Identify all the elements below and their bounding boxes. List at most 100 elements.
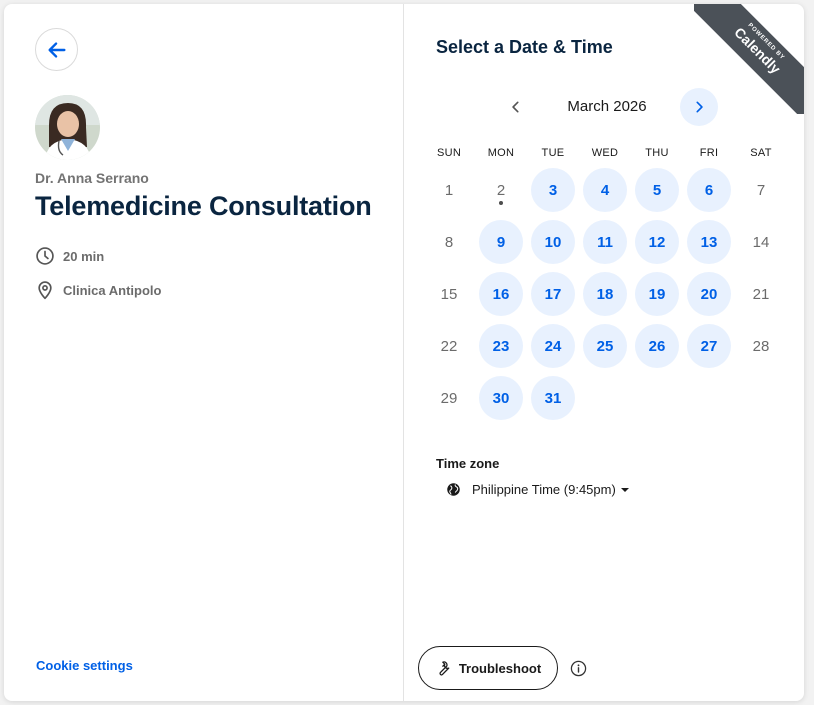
unavailable-date-8: 8 bbox=[427, 220, 471, 264]
date-number: 3 bbox=[548, 181, 558, 199]
timezone-select[interactable]: Philippine Time (9:45pm) bbox=[446, 482, 629, 497]
date-number: 27 bbox=[700, 337, 718, 355]
weekday-thu: THU bbox=[645, 147, 669, 159]
date-number: 18 bbox=[596, 285, 614, 303]
available-date-27[interactable]: 27 bbox=[687, 324, 731, 368]
available-date-26[interactable]: 26 bbox=[635, 324, 679, 368]
available-date-30[interactable]: 30 bbox=[479, 376, 523, 420]
info-icon[interactable] bbox=[570, 660, 587, 677]
available-date-31[interactable]: 31 bbox=[531, 376, 575, 420]
scheduler-title: Select a Date & Time bbox=[436, 37, 613, 57]
event-title: Telemedicine Consultation bbox=[35, 191, 372, 221]
next-month-button[interactable] bbox=[680, 88, 718, 126]
unavailable-date-7: 7 bbox=[739, 168, 783, 212]
available-date-23[interactable]: 23 bbox=[479, 324, 523, 368]
date-number: 11 bbox=[597, 233, 613, 251]
weekday-sat: SAT bbox=[750, 147, 772, 159]
available-date-12[interactable]: 12 bbox=[635, 220, 679, 264]
available-date-25[interactable]: 25 bbox=[583, 324, 627, 368]
available-date-4[interactable]: 4 bbox=[583, 168, 627, 212]
globe-icon bbox=[447, 483, 460, 496]
event-details-panel: Dr. Anna Serrano Telemedicine Consultati… bbox=[4, 4, 403, 701]
timezone-value: Philippine Time (9:45pm) bbox=[472, 482, 616, 497]
unavailable-date-22: 22 bbox=[427, 324, 471, 368]
arrow-left-icon bbox=[47, 41, 66, 58]
date-number: 16 bbox=[492, 285, 510, 303]
booking-card: Dr. Anna Serrano Telemedicine Consultati… bbox=[4, 4, 804, 701]
map-pin-icon bbox=[38, 281, 52, 300]
date-number: 5 bbox=[652, 181, 662, 199]
host-name: Dr. Anna Serrano bbox=[35, 170, 149, 186]
duration-label: 20 min bbox=[63, 248, 105, 264]
date-number: 12 bbox=[648, 233, 666, 251]
date-number: 25 bbox=[596, 337, 614, 355]
cookie-settings-link[interactable]: Cookie settings bbox=[36, 658, 133, 673]
available-date-17[interactable]: 17 bbox=[531, 272, 575, 316]
month-navigation: March 2026 bbox=[500, 88, 718, 126]
weekday-mon: MON bbox=[487, 147, 515, 159]
unavailable-date-29: 29 bbox=[427, 376, 471, 420]
available-date-16[interactable]: 16 bbox=[479, 272, 523, 316]
unavailable-date-1: 1 bbox=[427, 168, 471, 212]
unavailable-date-15: 15 bbox=[427, 272, 471, 316]
available-date-9[interactable]: 9 bbox=[479, 220, 523, 264]
troubleshoot-button[interactable]: Troubleshoot bbox=[418, 646, 558, 690]
event-duration: 20 min bbox=[35, 246, 104, 266]
date-number: 22 bbox=[440, 337, 458, 355]
date-number: 31 bbox=[544, 389, 562, 407]
available-date-24[interactable]: 24 bbox=[531, 324, 575, 368]
event-location: Clinica Antipolo bbox=[35, 279, 161, 301]
date-number: 7 bbox=[756, 181, 766, 199]
caret-down-icon bbox=[620, 487, 629, 492]
location-label: Clinica Antipolo bbox=[63, 282, 162, 298]
date-number: 13 bbox=[700, 233, 718, 251]
unavailable-date-14: 14 bbox=[739, 220, 783, 264]
date-number: 29 bbox=[440, 389, 458, 407]
wrench-icon bbox=[439, 661, 450, 676]
back-button[interactable] bbox=[35, 28, 78, 71]
today-indicator bbox=[499, 201, 503, 205]
unavailable-date-2: 2 bbox=[479, 168, 523, 212]
available-date-6[interactable]: 6 bbox=[687, 168, 731, 212]
available-date-19[interactable]: 19 bbox=[635, 272, 679, 316]
unavailable-date-28: 28 bbox=[739, 324, 783, 368]
date-number: 20 bbox=[700, 285, 718, 303]
date-number: 28 bbox=[752, 337, 770, 355]
weekday-sun: SUN bbox=[436, 147, 462, 159]
date-number: 2 bbox=[496, 181, 506, 199]
clock-icon bbox=[36, 247, 54, 265]
troubleshoot-label: Troubleshoot bbox=[458, 660, 542, 676]
date-number: 1 bbox=[444, 181, 454, 199]
available-date-10[interactable]: 10 bbox=[531, 220, 575, 264]
available-date-3[interactable]: 3 bbox=[531, 168, 575, 212]
date-number: 9 bbox=[496, 233, 506, 251]
date-number: 14 bbox=[752, 233, 770, 251]
unavailable-date-21: 21 bbox=[739, 272, 783, 316]
date-number: 30 bbox=[492, 389, 510, 407]
date-number: 26 bbox=[648, 337, 666, 355]
date-number: 10 bbox=[544, 233, 562, 251]
chevron-right-icon bbox=[696, 101, 703, 113]
date-number: 8 bbox=[444, 233, 454, 251]
host-avatar bbox=[35, 95, 100, 160]
weekday-wed: WED bbox=[591, 147, 619, 159]
calendar-grid: 1 2 3 4 5 6 7 8 9 10 11 12 13 14 15 16 17 18 19 20 21 22 23 24 2… bbox=[423, 168, 787, 428]
date-number: 23 bbox=[492, 337, 510, 355]
available-date-18[interactable]: 18 bbox=[583, 272, 627, 316]
date-number: 17 bbox=[544, 285, 562, 303]
weekday-header: SUN MON TUE WED THU FRI SAT bbox=[423, 147, 787, 161]
date-number: 24 bbox=[544, 337, 562, 355]
available-date-20[interactable]: 20 bbox=[687, 272, 731, 316]
date-number: 15 bbox=[440, 285, 458, 303]
weekday-tue: TUE bbox=[541, 147, 565, 159]
date-number: 19 bbox=[648, 285, 666, 303]
available-date-11[interactable]: 11 bbox=[583, 220, 627, 264]
date-number: 6 bbox=[704, 181, 714, 199]
weekday-fri: FRI bbox=[699, 147, 719, 159]
scheduler-panel: Select a Date & Time POWERED BY Calendly… bbox=[404, 4, 804, 701]
date-number: 4 bbox=[600, 181, 610, 199]
available-date-5[interactable]: 5 bbox=[635, 168, 679, 212]
date-number: 21 bbox=[752, 285, 770, 303]
available-date-13[interactable]: 13 bbox=[687, 220, 731, 264]
timezone-label: Time zone bbox=[436, 456, 500, 471]
